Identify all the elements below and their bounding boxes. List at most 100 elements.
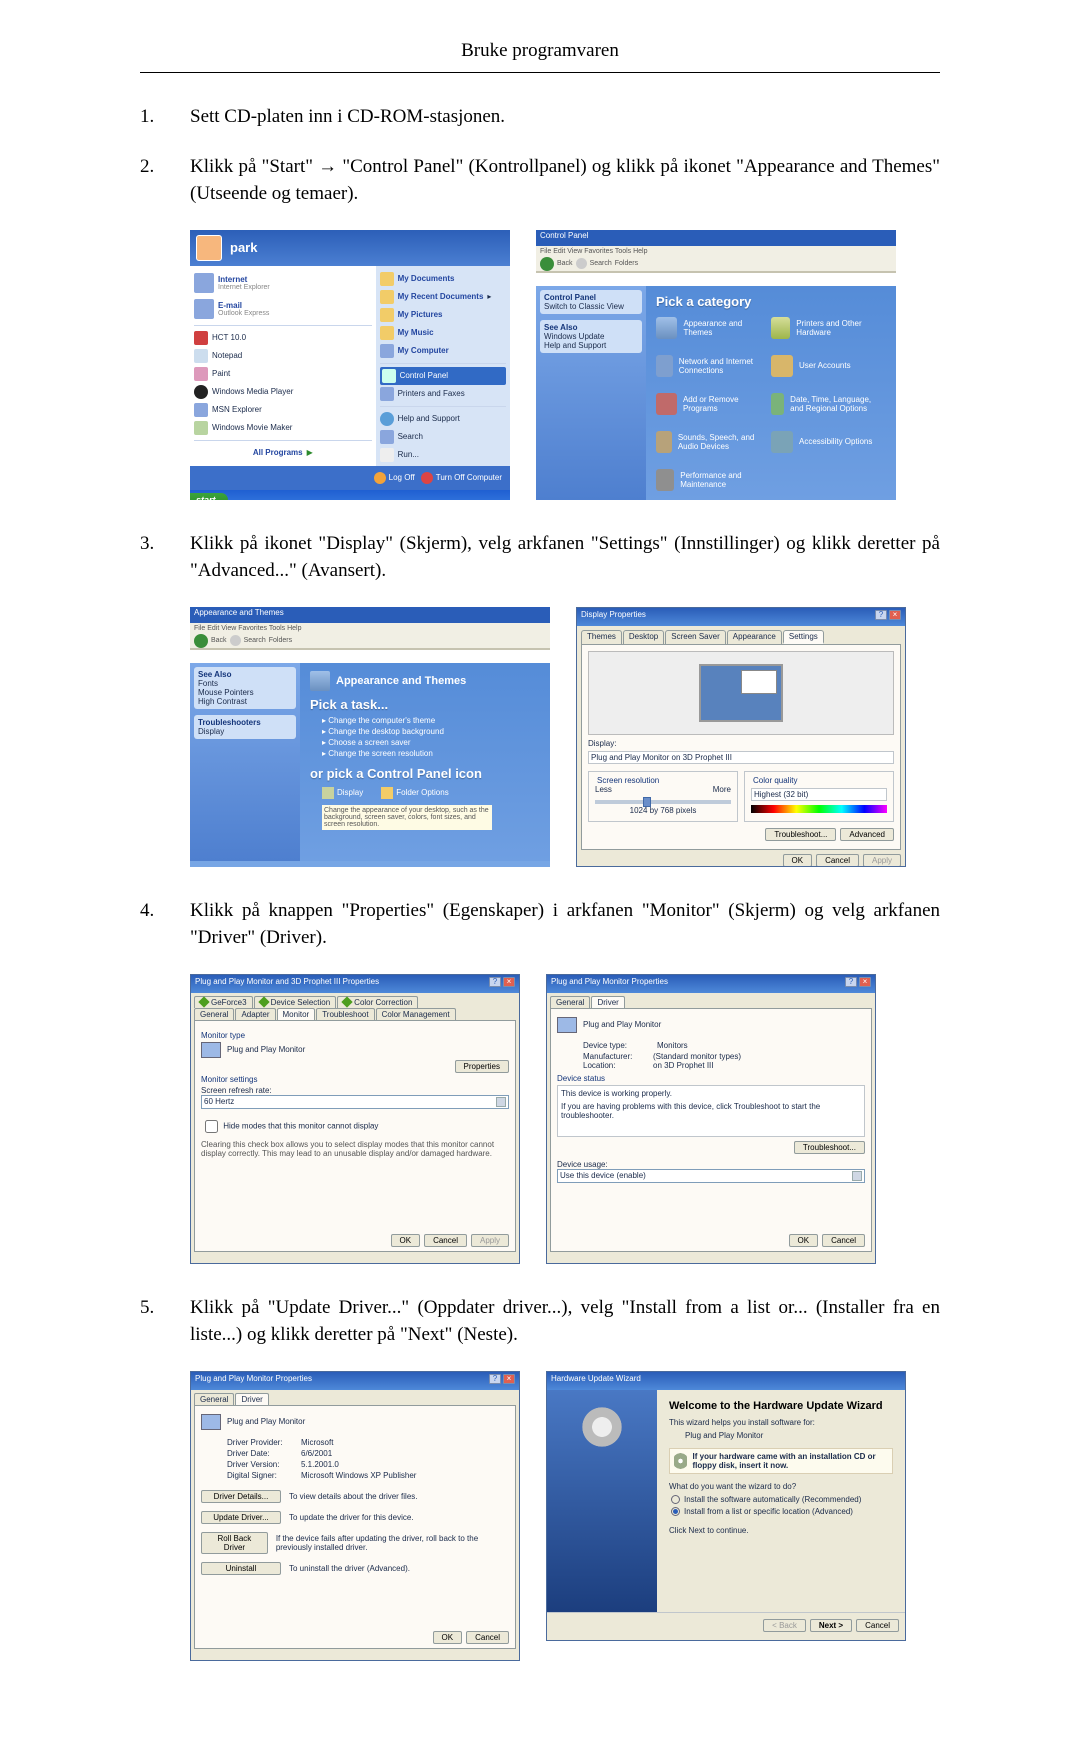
apply-button[interactable]: Apply xyxy=(471,1234,509,1247)
driver-details-button[interactable]: Driver Details... xyxy=(201,1490,281,1503)
ok-button[interactable]: OK xyxy=(433,1631,463,1644)
display-combo[interactable]: Plug and Play Monitor on 3D Prophet III xyxy=(588,751,894,764)
start-item-mymusic[interactable]: My Music xyxy=(380,324,506,342)
start-item-mypics[interactable]: My Pictures xyxy=(380,306,506,324)
next-button[interactable]: Next > xyxy=(810,1619,852,1632)
start-item-help[interactable]: Help and Support xyxy=(380,410,506,428)
start-item-msn[interactable]: MSN Explorer xyxy=(194,401,372,419)
advanced-button[interactable]: Advanced xyxy=(840,828,894,841)
tab-desktop[interactable]: Desktop xyxy=(623,630,664,644)
forward-button-icon[interactable] xyxy=(230,635,241,646)
start-item-notepad[interactable]: Notepad xyxy=(194,347,372,365)
tab-general[interactable]: General xyxy=(550,996,590,1008)
help-icon[interactable]: ? xyxy=(489,977,501,987)
ok-button[interactable]: OK xyxy=(789,1234,819,1247)
help-icon[interactable]: ? xyxy=(845,977,857,987)
tab-general[interactable]: General xyxy=(194,1393,234,1405)
back-button[interactable]: < Back xyxy=(763,1619,806,1632)
cancel-button[interactable]: Cancel xyxy=(424,1234,467,1247)
start-button[interactable]: start xyxy=(190,493,228,500)
cp-icon-folder-options[interactable]: Folder Options xyxy=(381,787,448,799)
address-bar[interactable] xyxy=(190,649,550,663)
tab-driver[interactable]: Driver xyxy=(591,996,624,1008)
start-item-wmp[interactable]: Windows Media Player xyxy=(194,383,372,401)
start-item-internet[interactable]: InternetInternet Explorer xyxy=(194,270,372,296)
cancel-button[interactable]: Cancel xyxy=(856,1619,899,1632)
hide-modes-checkbox[interactable] xyxy=(205,1120,218,1133)
start-all-programs[interactable]: All Programs▶ xyxy=(194,444,372,462)
cancel-button[interactable]: Cancel xyxy=(822,1234,865,1247)
turnoff-button[interactable]: Turn Off Computer xyxy=(421,472,502,484)
category-accessibility[interactable]: Accessibility Options xyxy=(771,431,886,453)
start-item-printers[interactable]: Printers and Faxes xyxy=(380,385,506,403)
tab-driver[interactable]: Driver xyxy=(235,1393,268,1405)
start-item-mydocs[interactable]: My Documents xyxy=(380,270,506,288)
tab-device-selection[interactable]: Device Selection xyxy=(254,996,337,1008)
category-datetime[interactable]: Date, Time, Language, and Regional Optio… xyxy=(771,393,886,415)
troubleshoot-button[interactable]: Troubleshoot... xyxy=(765,828,836,841)
back-button-icon[interactable] xyxy=(194,634,208,648)
help-support-link[interactable]: Help and Support xyxy=(544,341,638,350)
cp-icon-display[interactable]: Display xyxy=(322,787,363,799)
address-bar[interactable] xyxy=(536,272,896,286)
category-printers[interactable]: Printers and Other Hardware xyxy=(771,317,886,339)
task-theme[interactable]: ▸ Change the computer's theme xyxy=(322,716,540,725)
tab-adapter[interactable]: Adapter xyxy=(235,1008,275,1020)
rollback-driver-button[interactable]: Roll Back Driver xyxy=(201,1532,268,1554)
wizard-option-list[interactable]: Install from a list or specific location… xyxy=(671,1507,893,1516)
resolution-slider[interactable] xyxy=(595,800,731,804)
apply-button[interactable]: Apply xyxy=(863,854,901,867)
start-item-paint[interactable]: Paint xyxy=(194,365,372,383)
tab-settings[interactable]: Settings xyxy=(783,630,824,644)
close-icon[interactable]: × xyxy=(503,977,515,987)
help-icon[interactable]: ? xyxy=(489,1374,501,1384)
wizard-option-auto[interactable]: Install the software automatically (Reco… xyxy=(671,1495,893,1504)
close-icon[interactable]: × xyxy=(889,610,901,620)
refresh-rate-combo[interactable]: 60 Hertz xyxy=(201,1095,509,1109)
logoff-button[interactable]: Log Off xyxy=(374,472,415,484)
start-item-run[interactable]: Run... xyxy=(380,446,506,464)
close-icon[interactable]: × xyxy=(503,1374,515,1384)
tab-troubleshoot[interactable]: Troubleshoot xyxy=(316,1008,374,1020)
tab-monitor[interactable]: Monitor xyxy=(277,1008,316,1020)
task-ss[interactable]: ▸ Choose a screen saver xyxy=(322,738,540,747)
start-item-control-panel[interactable]: Control Panel xyxy=(380,367,506,385)
tab-geforce[interactable]: GeForce3 xyxy=(194,996,253,1008)
cancel-button[interactable]: Cancel xyxy=(816,854,859,867)
task-bg[interactable]: ▸ Change the desktop background xyxy=(322,727,540,736)
start-item-mycomp[interactable]: My Computer xyxy=(380,342,506,360)
color-quality-combo[interactable]: Highest (32 bit) xyxy=(751,788,887,801)
device-usage-combo[interactable]: Use this device (enable) xyxy=(557,1169,865,1183)
start-item-email[interactable]: E-mailOutlook Express xyxy=(194,296,372,322)
back-button-icon[interactable] xyxy=(540,257,554,271)
forward-button-icon[interactable] xyxy=(576,258,587,269)
category-users[interactable]: User Accounts xyxy=(771,355,886,377)
search-button[interactable]: Search xyxy=(590,260,612,267)
properties-button[interactable]: Properties xyxy=(455,1060,509,1073)
start-item-movie[interactable]: Windows Movie Maker xyxy=(194,419,372,437)
switch-classic-link[interactable]: Switch to Classic View xyxy=(544,302,638,311)
cancel-button[interactable]: Cancel xyxy=(466,1631,509,1644)
task-res[interactable]: ▸ Change the screen resolution xyxy=(322,749,540,758)
help-icon[interactable]: ? xyxy=(875,610,887,620)
tab-themes[interactable]: Themes xyxy=(581,630,622,644)
folders-button[interactable]: Folders xyxy=(615,260,638,267)
tab-color-correction[interactable]: Color Correction xyxy=(337,996,418,1008)
troubleshoot-button[interactable]: Troubleshoot... xyxy=(794,1141,865,1154)
uninstall-driver-button[interactable]: Uninstall xyxy=(201,1562,281,1575)
tab-appearance[interactable]: Appearance xyxy=(727,630,782,644)
category-network[interactable]: Network and Internet Connections xyxy=(656,355,771,377)
window-buttons[interactable]: ?× xyxy=(875,610,901,624)
category-performance[interactable]: Performance and Maintenance xyxy=(656,469,771,491)
category-addremove[interactable]: Add or Remove Programs xyxy=(656,393,771,415)
tab-color-mgmt[interactable]: Color Management xyxy=(376,1008,456,1020)
ok-button[interactable]: OK xyxy=(783,854,813,867)
tab-screensaver[interactable]: Screen Saver xyxy=(665,630,725,644)
category-appearance[interactable]: Appearance and Themes xyxy=(656,317,771,339)
start-item-recent[interactable]: My Recent Documents▸ xyxy=(380,288,506,306)
start-item-search[interactable]: Search xyxy=(380,428,506,446)
start-item-hct[interactable]: HCT 10.0 xyxy=(194,329,372,347)
tab-general[interactable]: General xyxy=(194,1008,234,1020)
windows-update-link[interactable]: Windows Update xyxy=(544,332,638,341)
ok-button[interactable]: OK xyxy=(391,1234,421,1247)
